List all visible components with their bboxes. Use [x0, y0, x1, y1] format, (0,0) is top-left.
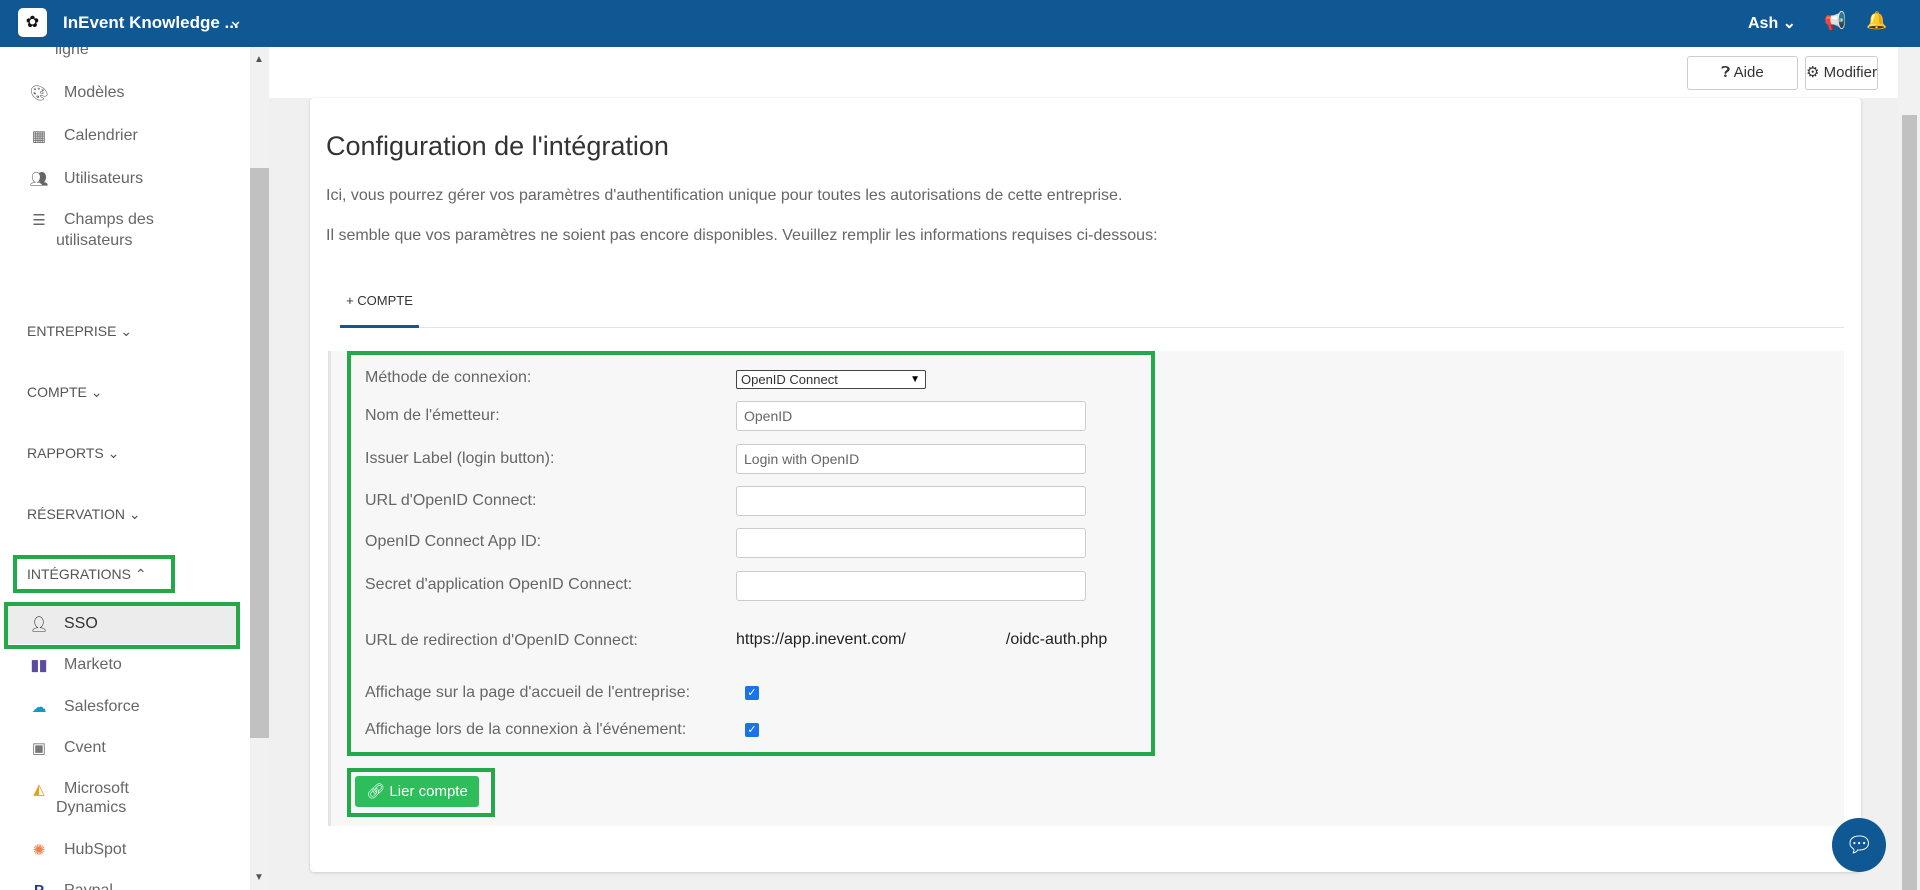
issuer-button-label: Issuer Label (login button): — [365, 450, 555, 467]
sidebar-item-label-2: utilisateurs — [56, 232, 133, 249]
method-label: Méthode de connexion: — [365, 369, 532, 386]
sidebar-item-champs[interactable]: ☰ Champs des utilisateurs — [0, 211, 240, 255]
user-name: Ash — [1748, 15, 1779, 32]
palette-icon: 🎨︎ — [29, 85, 49, 102]
edit-button[interactable]: ⚙ Modifier — [1805, 56, 1878, 90]
tab-active-indicator — [340, 325, 419, 328]
bell-icon[interactable]: 🔔 — [1866, 11, 1887, 31]
list-icon: ☰ — [32, 212, 46, 229]
microsoft-dynamics-icon: ◭ — [33, 781, 45, 798]
marketo-icon: ▮▮ — [30, 657, 48, 674]
chat-launcher-button[interactable]: 💬︎ — [1832, 818, 1886, 872]
sidebar-item-label: Calendrier — [64, 127, 138, 144]
help-button[interactable]: ❓︎ Aide — [1687, 56, 1798, 90]
sidebar-item-label: Cvent — [64, 739, 106, 756]
sidebar-item-label-2: Dynamics — [56, 799, 127, 816]
question-circle-icon: ❓︎ — [1721, 64, 1731, 81]
paypal-icon: P — [28, 882, 50, 890]
section-compte[interactable]: COMPTE ⌄ — [27, 384, 103, 401]
home-display-label: Affichage sur la page d'accueil de l'ent… — [365, 684, 691, 701]
help-label: Aide — [1733, 64, 1764, 81]
event-display-checkbox[interactable]: ✓ — [745, 723, 759, 737]
section-reservation[interactable]: RÉSERVATION ⌄ — [27, 506, 141, 523]
link-icon: 🔗︎ — [366, 783, 386, 800]
sidebar: ligne 🎨︎ Modèles ▦ Calendrier 👥︎ Utilisateu… — [0, 47, 250, 890]
method-value: OpenID Connect — [741, 372, 838, 387]
issuer-name-label: Nom de l'émetteur: — [365, 407, 500, 424]
redirect-url-suffix: /oidc-auth.php — [1005, 631, 1108, 648]
link-account-button[interactable]: 🔗︎ Lier compte — [355, 776, 479, 807]
calendar-icon: ▦ — [31, 128, 47, 145]
sidebar-item-label: Marketo — [64, 656, 122, 673]
section-label: COMPTE — [27, 384, 87, 400]
salesforce-icon: ☁ — [31, 699, 47, 716]
tab-divider — [340, 327, 1844, 328]
app-secret-label: Secret d'application OpenID Connect: — [365, 576, 633, 593]
section-label: RÉSERVATION — [27, 506, 126, 522]
event-display-label: Affichage lors de la connexion à l'événe… — [365, 721, 687, 738]
sidebar-item-microsoft-dynamics[interactable]: ◭ Microsoft Dynamics — [0, 780, 240, 824]
action-bar — [269, 47, 1898, 98]
users-icon: 👥︎ — [29, 171, 49, 188]
company-logo[interactable]: ✿ — [18, 8, 47, 37]
section-label: INTÉGRATIONS — [27, 566, 131, 582]
page-title: Configuration de l'intégration — [326, 131, 669, 161]
redirect-url-label: URL de redirection d'OpenID Connect: — [365, 632, 638, 649]
megaphone-icon[interactable]: 📢 — [1824, 11, 1846, 32]
app-id-label: OpenID Connect App ID: — [365, 533, 542, 550]
top-bar: ✿ InEvent Knowledge ... ⌄ Ash ⌄ 📢 🔔 — [0, 0, 1920, 47]
sidebar-item-label: Champs des — [64, 211, 154, 228]
user-menu[interactable]: Ash ⌄ — [1748, 13, 1796, 33]
sidebar-item-label: Microsoft — [64, 780, 129, 797]
app-secret-input[interactable] — [736, 571, 1086, 601]
sidebar-item-label: Salesforce — [64, 698, 140, 715]
redirect-url-prefix: https://app.inevent.com/ — [736, 631, 906, 648]
hubspot-icon: ✺ — [32, 842, 46, 859]
chevron-down-icon[interactable]: ⌄ — [228, 10, 243, 31]
section-integrations[interactable]: INTÉGRATIONS ⌃ — [27, 566, 147, 583]
section-rapports[interactable]: RAPPORTS ⌄ — [27, 445, 119, 462]
sidebar-item-label: HubSpot — [64, 841, 127, 858]
main-scrollbar-thumb[interactable] — [1902, 115, 1917, 890]
section-label: RAPPORTS — [27, 445, 104, 461]
notice: Il semble que vos paramètres ne soient p… — [326, 227, 1158, 244]
sidebar-scrollbar-thumb[interactable] — [250, 168, 269, 738]
company-name[interactable]: InEvent Knowledge ... — [63, 13, 239, 33]
sidebar-item-label: ligne — [55, 47, 89, 58]
chat-icon: 💬︎ — [1845, 832, 1873, 857]
section-label: ENTREPRISE — [27, 323, 117, 339]
scroll-down-arrow-icon[interactable]: ▼ — [254, 872, 264, 883]
link-account-label: Lier compte — [389, 783, 468, 800]
sidebar-item-label: Utilisateurs — [64, 170, 144, 187]
redirect-url-value: https://app.inevent.com/ /oidc-auth.php — [736, 631, 1107, 649]
cvent-icon: ▣ — [31, 740, 47, 757]
openid-url-label: URL d'OpenID Connect: — [365, 492, 537, 509]
user-lock-icon: 👤︎ — [29, 616, 49, 633]
section-entreprise[interactable]: ENTREPRISE ⌄ — [27, 323, 132, 340]
issuer-button-input[interactable]: Login with OpenID — [736, 444, 1086, 474]
scroll-up-arrow-icon[interactable]: ▲ — [254, 54, 264, 65]
issuer-name-input[interactable]: OpenID — [736, 401, 1086, 431]
gear-icon: ⚙ — [1806, 64, 1820, 81]
openid-url-input[interactable] — [736, 486, 1086, 516]
tab-compte[interactable]: + COMPTE — [340, 293, 419, 308]
sidebar-item-label: Paypal — [64, 882, 113, 890]
sidebar-item-label: SSO — [64, 615, 98, 632]
chevron-down-icon: ▼ — [910, 374, 920, 385]
home-display-checkbox[interactable]: ✓ — [745, 686, 759, 700]
app-id-input[interactable] — [736, 528, 1086, 558]
edit-label: Modifier — [1823, 64, 1877, 81]
method-select[interactable]: OpenID Connect ▼ — [736, 370, 926, 389]
description: Ici, vous pourrez gérer vos paramètres d… — [326, 187, 1123, 204]
sidebar-item-label: Modèles — [64, 84, 125, 101]
